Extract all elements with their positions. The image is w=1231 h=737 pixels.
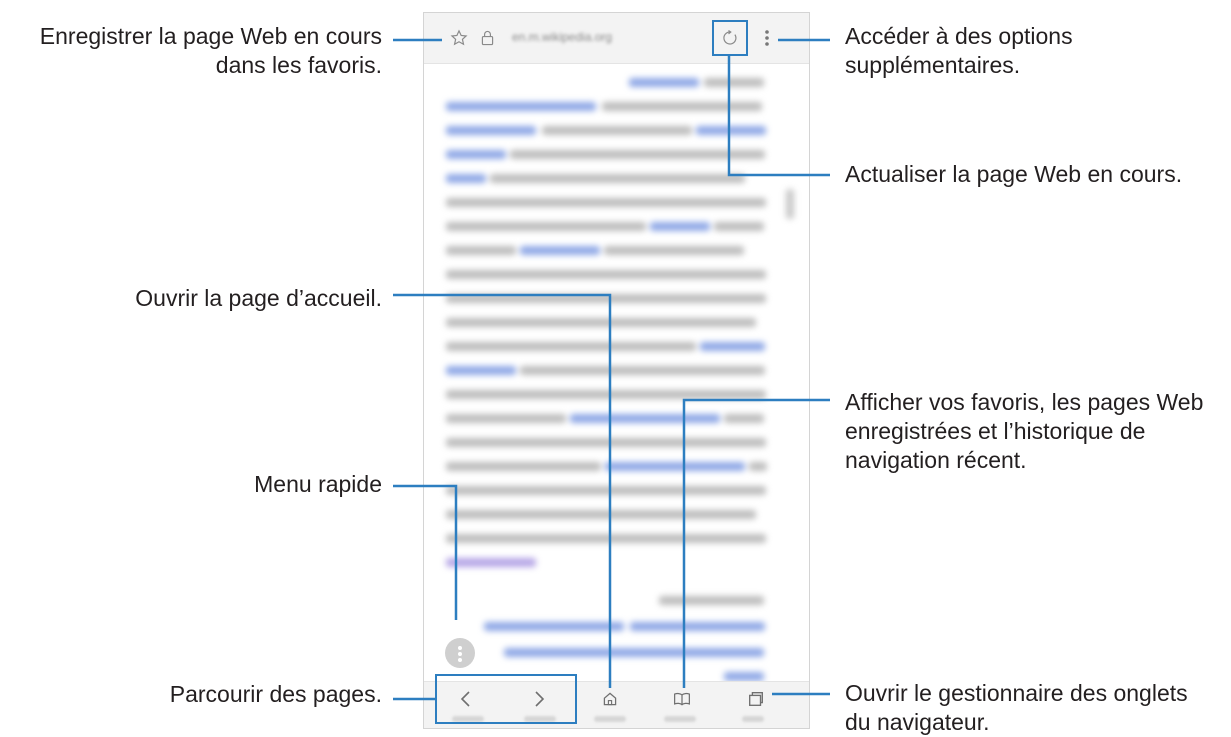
callout-lines — [393, 38, 830, 701]
